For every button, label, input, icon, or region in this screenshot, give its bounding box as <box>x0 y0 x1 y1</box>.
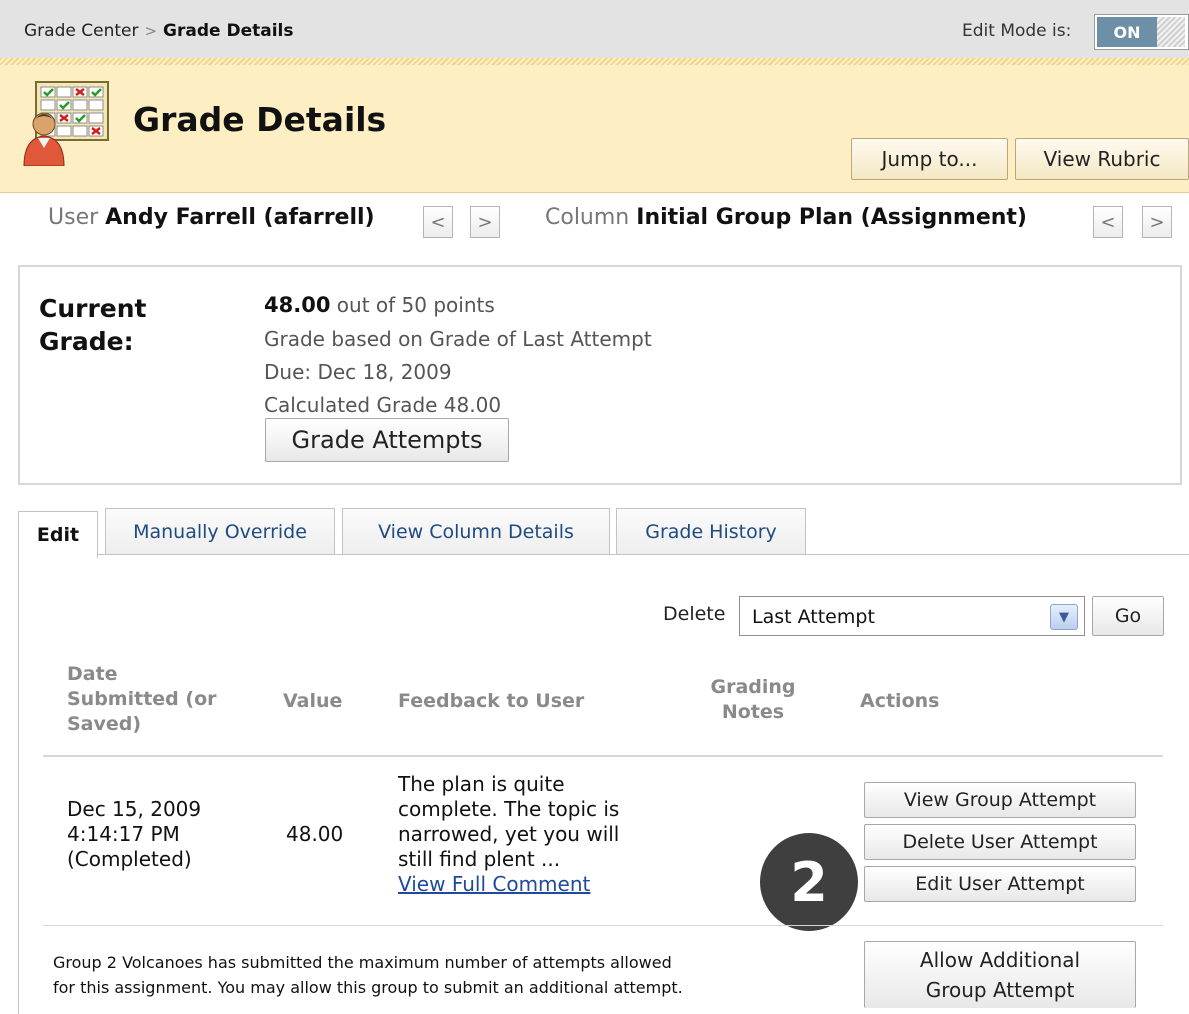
user-value: Andy Farrell (afarrell) <box>105 205 375 230</box>
tab-view-column-details[interactable]: View Column Details <box>342 508 610 554</box>
go-button[interactable]: Go <box>1092 596 1164 636</box>
header-value: Value <box>283 690 343 712</box>
prev-column-button[interactable]: < <box>1093 206 1123 238</box>
edit-mode-on-state: ON <box>1097 17 1157 47</box>
page-title: Grade Details <box>133 100 387 139</box>
delete-attempt-select[interactable]: Last Attempt ▼ <box>739 596 1085 636</box>
header-hatch-strip <box>0 58 1189 65</box>
attempt-value: 48.00 <box>286 822 344 846</box>
view-full-comment-link[interactable]: View Full Comment <box>398 872 619 897</box>
edit-user-attempt-button[interactable]: Edit User Attempt <box>864 866 1136 902</box>
view-rubric-button[interactable]: View Rubric <box>1015 138 1189 180</box>
step-callout-badge: 2 <box>760 833 858 931</box>
attempt-feedback: The plan is quite complete. The topic is… <box>398 772 620 897</box>
breadcrumb: Grade Center > Grade Details <box>24 21 293 41</box>
breadcrumb-current: Grade Details <box>163 21 294 41</box>
delete-label: Delete <box>663 603 726 625</box>
current-grade-label: Current Grade: <box>39 294 147 356</box>
header-divider <box>43 755 1163 757</box>
column-value: Initial Group Plan (Assignment) <box>636 205 1027 230</box>
attempt-date: Dec 15, 2009 4:14:17 PM (Completed) <box>67 797 202 871</box>
tab-grade-history[interactable]: Grade History <box>616 508 806 554</box>
delete-user-attempt-button[interactable]: Delete User Attempt <box>864 824 1136 860</box>
due-date: Due: Dec 18, 2009 <box>264 360 452 384</box>
tab-edit[interactable]: Edit <box>18 511 98 558</box>
row-divider <box>43 925 1163 926</box>
chevron-down-icon[interactable]: ▼ <box>1050 604 1078 630</box>
user-label: User <box>48 205 99 230</box>
breadcrumb-separator: > <box>144 22 158 40</box>
jump-to-button[interactable]: Jump to... <box>851 138 1008 180</box>
edit-mode-toggle[interactable]: ON <box>1094 14 1189 50</box>
delete-attempt-selected: Last Attempt <box>752 606 875 628</box>
header-date-submitted: Date Submitted (or Saved) <box>67 663 217 735</box>
column-label: Column <box>545 205 630 230</box>
breadcrumb-grade-center[interactable]: Grade Center <box>24 21 138 41</box>
grade-score: 48.00 out of 50 points <box>264 293 495 317</box>
tab-manually-override[interactable]: Manually Override <box>105 508 335 554</box>
current-grade-box <box>18 265 1182 485</box>
allow-additional-group-attempt-button[interactable]: Allow Additional Group Attempt <box>864 941 1136 1008</box>
max-attempts-note-line2: for this assignment. You may allow this … <box>53 978 683 997</box>
prev-user-button[interactable]: < <box>423 206 453 238</box>
max-attempts-note-line1: Group 2 Volcanoes has submitted the maxi… <box>53 953 672 972</box>
grade-score-value: 48.00 <box>264 293 331 317</box>
edit-mode-off-grip <box>1157 17 1185 47</box>
grade-attempts-button[interactable]: Grade Attempts <box>265 418 509 462</box>
header-actions: Actions <box>860 690 940 712</box>
calculated-grade: Calculated Grade 48.00 <box>264 393 502 417</box>
grade-score-suffix: out of 50 points <box>336 293 495 317</box>
next-user-button[interactable]: > <box>470 206 500 238</box>
next-column-button[interactable]: > <box>1142 206 1172 238</box>
grade-basis: Grade based on Grade of Last Attempt <box>264 327 652 351</box>
gradebook-user-icon <box>23 81 109 166</box>
edit-mode-label: Edit Mode is: <box>962 21 1072 41</box>
header-grading-notes: Grading Notes <box>710 676 796 723</box>
view-group-attempt-button[interactable]: View Group Attempt <box>864 782 1136 818</box>
header-feedback: Feedback to User <box>398 690 585 712</box>
user-nav: User Andy Farrell (afarrell) <box>48 205 375 230</box>
column-nav: Column Initial Group Plan (Assignment) <box>545 205 1027 230</box>
